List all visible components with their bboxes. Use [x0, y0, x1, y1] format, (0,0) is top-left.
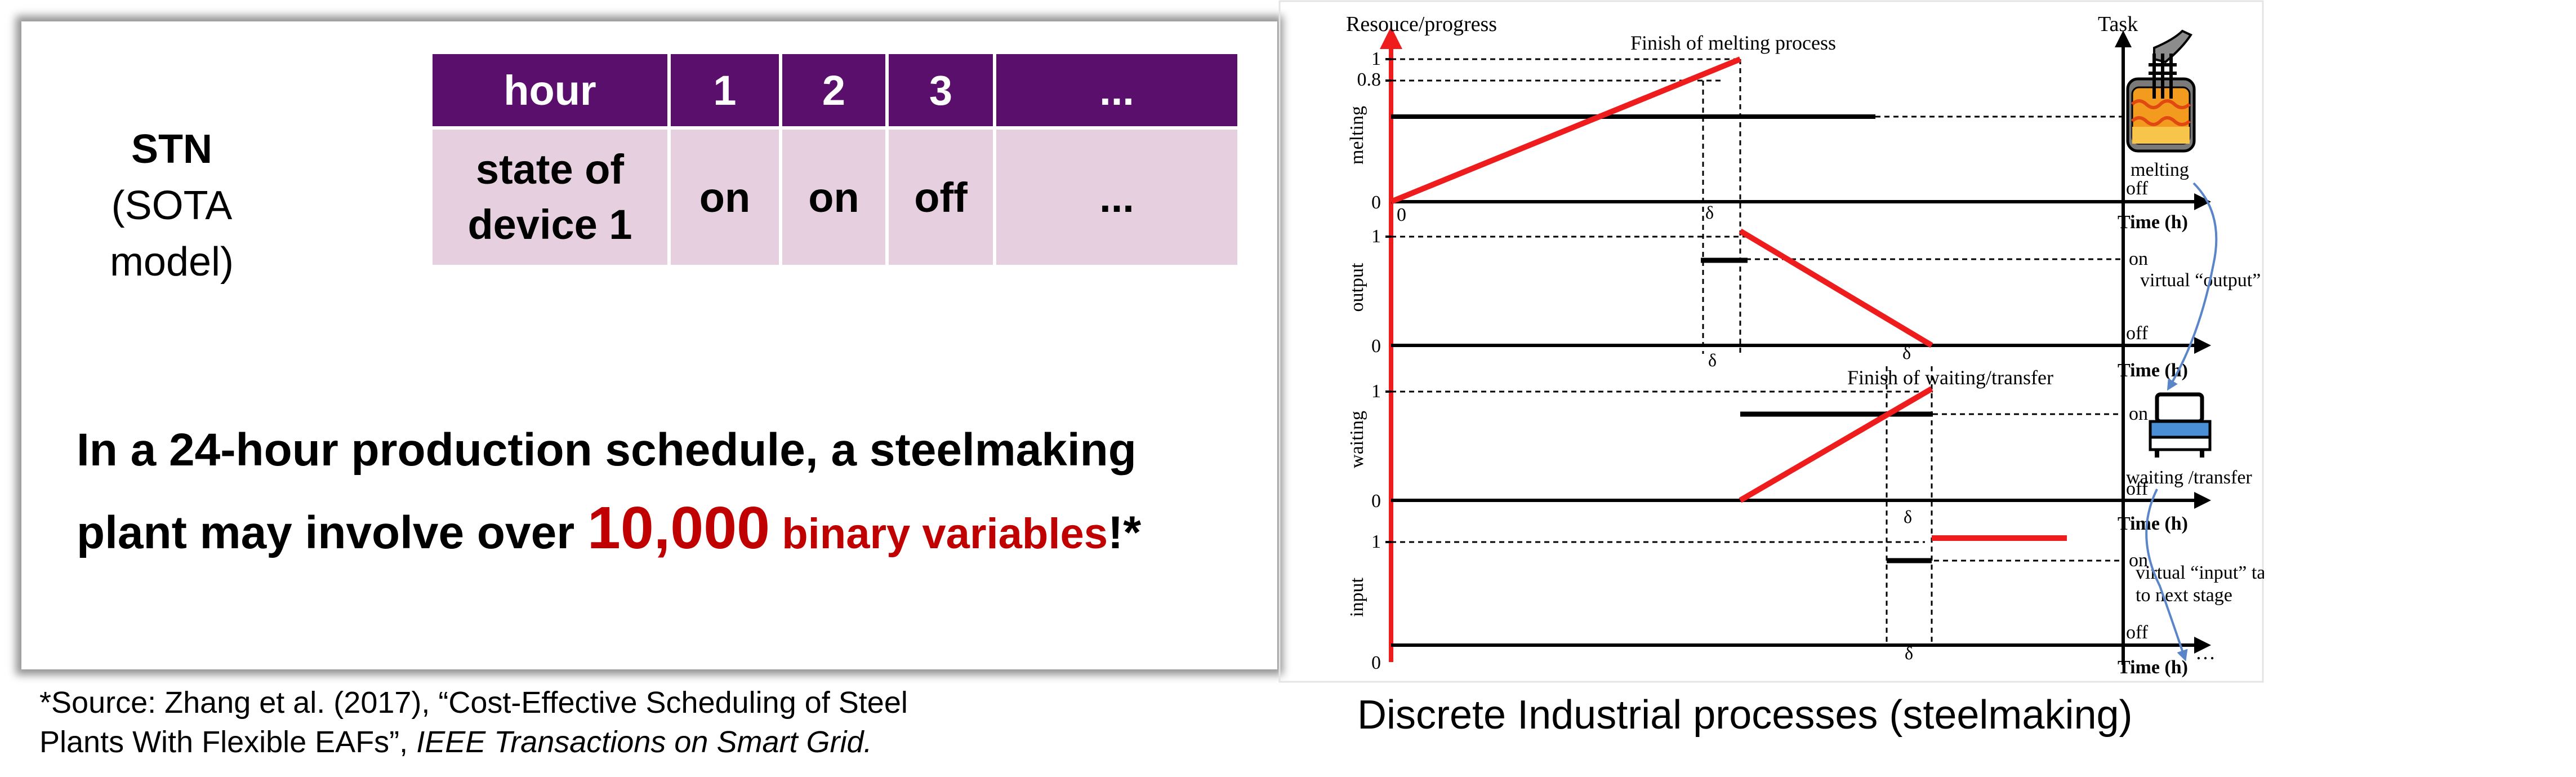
tick-label: 0: [1371, 192, 1381, 213]
tick-label: 0: [1371, 652, 1381, 673]
source-part-2: Plants With Flexible EAFs”,: [39, 725, 417, 759]
continuation-ellipsis: …: [2195, 641, 2216, 664]
statement-line-1: In a 24-hour production schedule, a stee…: [77, 424, 1137, 476]
virtual-input-label-2: to next stage: [2136, 585, 2232, 606]
statement-line-2: plant may involve over: [77, 507, 587, 558]
time-label: Time (h): [2118, 513, 2188, 534]
source-citation: *Source: Zhang et al. (2017), “Cost-Effe…: [39, 683, 997, 762]
source-journal: IEEE Transactions on Smart Grid.: [416, 725, 872, 759]
table-header-cell: hour: [429, 51, 671, 130]
stn-title: STN: [131, 127, 212, 172]
row-label-input: input: [1347, 578, 1367, 617]
table-cell: state of device 1: [429, 126, 671, 268]
furnace-icon: [2126, 29, 2196, 153]
time-label: Time (h): [2118, 212, 2188, 233]
delta-label: δ: [1708, 350, 1717, 370]
tick-label: 1: [1371, 48, 1381, 69]
annotation-finish-melting: Finish of melting process: [1630, 32, 1836, 54]
output-progress: [1739, 228, 1933, 348]
table-header-cell: 3: [885, 51, 996, 130]
icon-label-waiting: waiting /transfer: [2126, 467, 2252, 488]
state-off-label: off: [2126, 178, 2149, 199]
statement-suffix: !*: [1107, 507, 1142, 558]
state-label: state of device 1: [467, 146, 632, 248]
waiting-progress: [1739, 386, 1933, 503]
highlight-text: binary variables: [770, 510, 1108, 558]
state-on-label: on: [2129, 248, 2148, 269]
table-cell: off: [885, 126, 996, 268]
tick-label: 1: [1371, 226, 1381, 247]
table-cell: ...: [993, 126, 1241, 268]
state-on-label: on: [2129, 403, 2148, 424]
table-header-cell: 2: [779, 51, 889, 130]
state-off-label: off: [2126, 323, 2149, 344]
table-header-cell: 1: [667, 51, 782, 130]
stn-subtitle: (SOTA model): [109, 183, 234, 285]
diagram-frame: [1278, 0, 2264, 683]
delta-label: δ: [1905, 643, 1913, 663]
tick-label: 1: [1371, 381, 1381, 402]
y-axis-title: Resouce/progress: [1346, 12, 1497, 36]
source-part-1: *Source: Zhang et al. (2017), “Cost-Effe…: [39, 686, 908, 720]
device-state-table: hour 1 2 3 ... state of device 1 on on o…: [429, 51, 1241, 268]
binary-variables-statement: In a 24-hour production schedule, a stee…: [77, 411, 1237, 573]
tick-label: 0: [1371, 491, 1381, 512]
row-label-waiting: waiting: [1347, 411, 1367, 468]
table-cell: on: [779, 126, 889, 268]
table-header-cell: ...: [993, 51, 1241, 130]
steelmaking-process-diagram: Resouce/progress Task Time (h) Time (h) …: [1278, 0, 2264, 683]
tick-label: 1: [1371, 531, 1381, 552]
time-label: Time (h): [2118, 657, 2188, 678]
table-row: state of device 1 on on off ...: [429, 126, 1241, 268]
delta-label: δ: [1902, 343, 1911, 363]
highlight-number: 10,000: [587, 495, 770, 561]
table-header-row: hour 1 2 3 ...: [429, 51, 1241, 130]
stn-label: STN (SOTA model): [51, 121, 293, 290]
origin-label: 0: [1397, 205, 1406, 225]
tick-label: 0.8: [1357, 69, 1381, 90]
state-off-label: off: [2126, 622, 2149, 643]
annotation-finish-waiting: Finish of waiting/transfer: [1847, 366, 2053, 389]
delta-label: δ: [1904, 507, 1912, 527]
task-axis-title: Task: [2098, 12, 2138, 36]
row-label-melting: melting: [1347, 106, 1367, 165]
row-label-output: output: [1347, 263, 1367, 312]
virtual-output-label: virtual “output” task: [2140, 270, 2264, 291]
ladle-icon: [2149, 392, 2212, 458]
delta-label: δ: [1705, 202, 1714, 223]
table-cell: on: [667, 126, 782, 268]
tick-label: 0: [1371, 336, 1381, 357]
icon-label-melting: melting: [2131, 159, 2189, 180]
diagram-caption: Discrete Industrial processes (steelmaki…: [1357, 692, 2133, 738]
